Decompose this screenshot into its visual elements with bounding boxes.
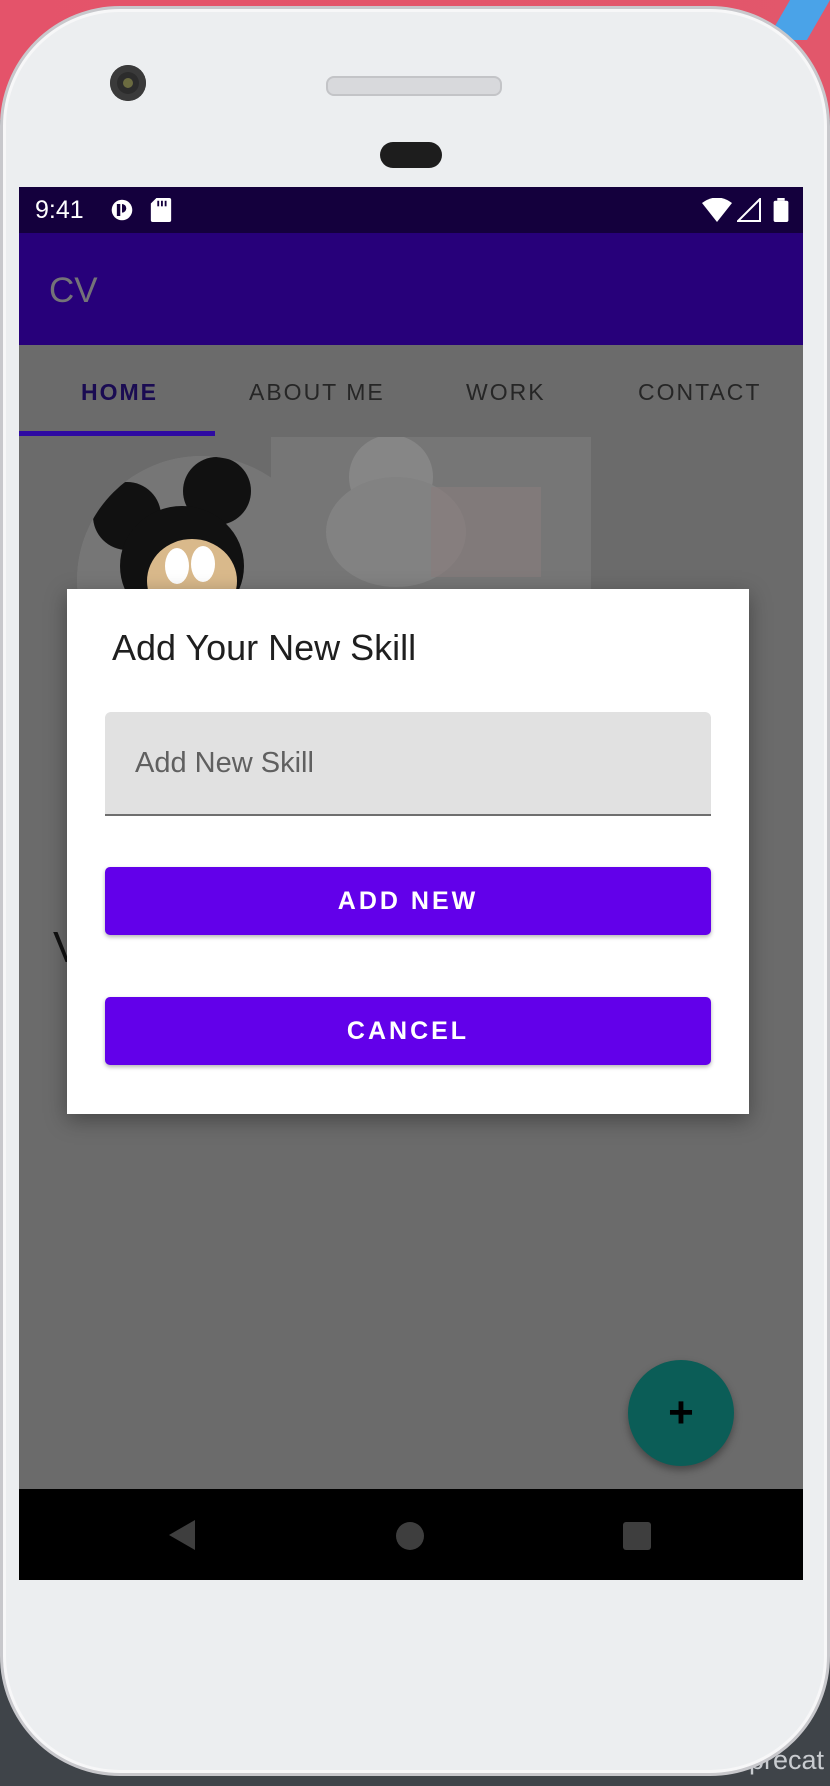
tab-bar: HOME ABOUT ME WORK CONTACT xyxy=(19,345,803,437)
skill-input-container xyxy=(105,712,711,816)
signal-icon xyxy=(737,198,761,222)
status-bar: 9:41 xyxy=(19,187,803,233)
tab-indicator xyxy=(19,431,215,436)
battery-icon xyxy=(773,198,789,222)
tab-contact[interactable]: CONTACT xyxy=(638,379,761,406)
navigation-bar xyxy=(19,1489,803,1580)
add-skill-dialog: Add Your New Skill ADD NEW CANCEL xyxy=(67,589,749,1114)
back-icon[interactable] xyxy=(169,1520,195,1550)
tab-work[interactable]: WORK xyxy=(466,379,546,406)
app-bar: CV xyxy=(19,233,803,345)
status-time: 9:41 xyxy=(35,196,84,224)
plus-icon: + xyxy=(668,1388,694,1437)
recents-icon[interactable] xyxy=(623,1522,651,1550)
home-icon[interactable] xyxy=(396,1522,424,1550)
cancel-button[interactable]: CANCEL xyxy=(105,997,711,1065)
tab-about-me[interactable]: ABOUT ME xyxy=(249,379,385,406)
camera-icon xyxy=(110,65,146,101)
app-notification-icon xyxy=(111,199,133,221)
wifi-icon xyxy=(702,198,732,222)
add-skill-fab[interactable]: + xyxy=(628,1360,734,1466)
skill-input[interactable] xyxy=(105,712,711,814)
proximity-sensor xyxy=(380,142,442,168)
dialog-title: Add Your New Skill xyxy=(112,627,417,668)
sd-card-icon xyxy=(150,198,172,222)
tab-home[interactable]: HOME xyxy=(81,379,158,406)
app-title: CV xyxy=(49,271,98,310)
speaker-grille xyxy=(326,76,502,96)
add-new-button[interactable]: ADD NEW xyxy=(105,867,711,935)
